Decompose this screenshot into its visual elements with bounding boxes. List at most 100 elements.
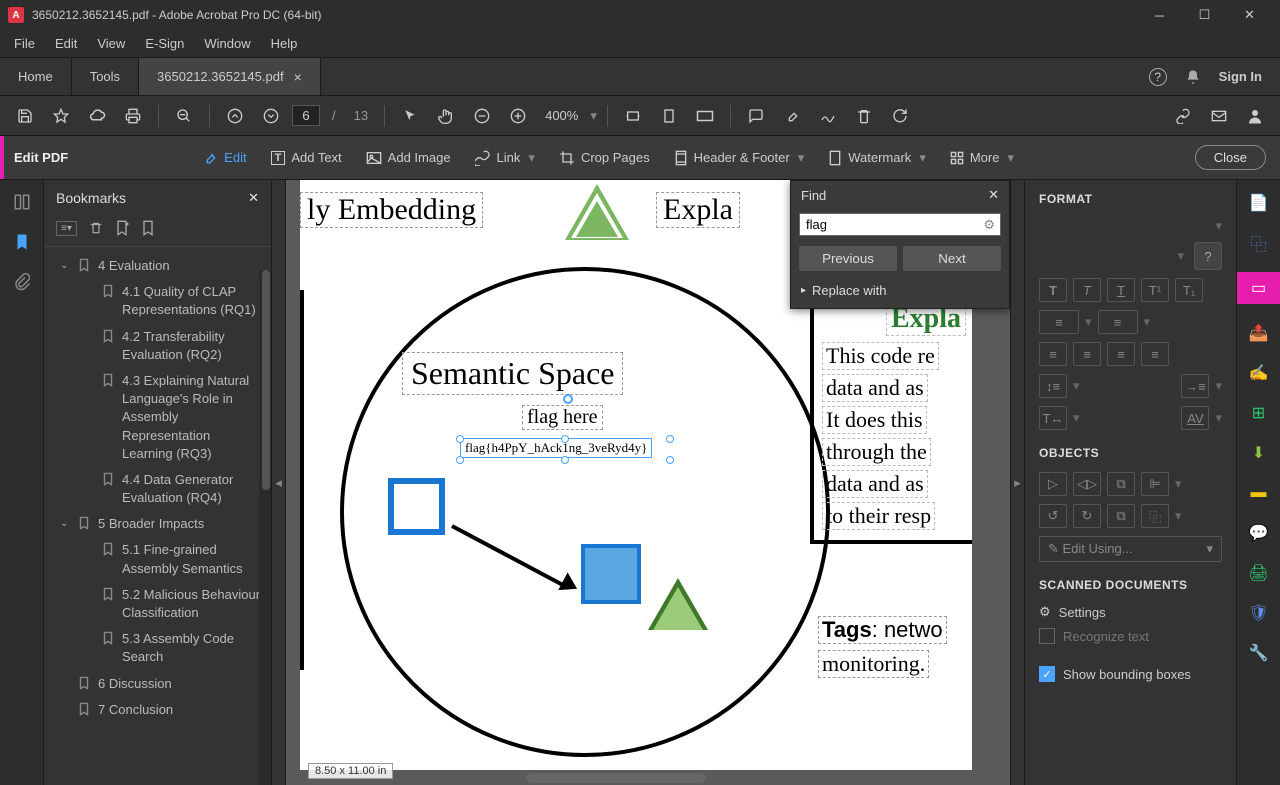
number-list-button[interactable]: ≡ — [1098, 310, 1138, 334]
mail-icon[interactable] — [1204, 101, 1234, 131]
arrange-button[interactable]: ⧉ — [1107, 504, 1135, 528]
show-boxes-checkbox[interactable]: ✓ Show bounding boxes — [1039, 666, 1222, 682]
combine-icon[interactable]: ⿻ — [1248, 232, 1270, 254]
tags-line[interactable]: Tags: netwo — [818, 616, 947, 644]
bookmark-item[interactable]: 5.1 Fine-grained Assembly Semantics — [44, 537, 271, 581]
bookmark-item[interactable]: ⌄5 Broader Impacts — [44, 511, 271, 537]
zoom-level[interactable]: 400% — [545, 108, 578, 123]
fit-page-icon[interactable] — [654, 101, 684, 131]
bookmark-item[interactable]: 4.1 Quality of CLAP Representations (RQ1… — [44, 279, 271, 323]
user-icon[interactable] — [1240, 101, 1270, 131]
rotate-icon[interactable] — [885, 101, 915, 131]
monitoring-line[interactable]: monitoring. — [818, 650, 929, 678]
page-up-icon[interactable] — [220, 101, 250, 131]
handle-n[interactable] — [561, 435, 569, 443]
bookmark-item[interactable]: 7 Conclusion — [44, 697, 271, 723]
color-swatch[interactable]: ? — [1194, 242, 1222, 270]
protect-icon[interactable]: 🛡 — [1248, 602, 1270, 624]
menu-file[interactable]: File — [4, 32, 45, 55]
close-window-button[interactable]: ✕ — [1227, 0, 1272, 30]
plus-icon[interactable] — [503, 101, 533, 131]
line-spacing-button[interactable]: ↕≡ — [1039, 374, 1067, 398]
text-semantic-space[interactable]: Semantic Space — [402, 352, 623, 395]
export-icon[interactable]: 📤 — [1248, 322, 1270, 344]
subscript-button[interactable]: T₁ — [1175, 278, 1203, 302]
handle-ne[interactable] — [666, 435, 674, 443]
print-icon[interactable] — [118, 101, 148, 131]
highlight-icon[interactable] — [777, 101, 807, 131]
rotate-ccw-button[interactable]: ↺ — [1039, 504, 1067, 528]
bm-trash-icon[interactable] — [89, 221, 103, 235]
body-line-3[interactable]: It does this — [822, 406, 927, 434]
bookmarks-icon[interactable] — [12, 232, 32, 252]
handle-sw[interactable] — [456, 456, 464, 464]
bookmark-item[interactable]: 4.2 Transferability Evaluation (RQ2) — [44, 324, 271, 368]
body-line-2[interactable]: data and as — [822, 374, 928, 402]
cloud-icon[interactable] — [82, 101, 112, 131]
selection-icon[interactable] — [395, 101, 425, 131]
bookmark-item[interactable]: 4.4 Data Generator Evaluation (RQ4) — [44, 467, 271, 511]
star-icon[interactable] — [46, 101, 76, 131]
document-area[interactable]: ly Embedding Expla Semantic Space flag h… — [286, 180, 1010, 785]
print-rail-icon[interactable]: 🖨 — [1248, 562, 1270, 584]
char-spacing-button[interactable]: AV — [1181, 406, 1209, 430]
close-tab-icon[interactable]: × — [294, 69, 302, 85]
indent-button[interactable]: →≡ — [1181, 374, 1209, 398]
redact-icon[interactable]: ▬ — [1248, 482, 1270, 504]
zoom-dropdown-icon[interactable]: ▾ — [590, 108, 597, 124]
read-mode-icon[interactable] — [690, 101, 720, 131]
align-center-button[interactable]: ≡ — [1073, 342, 1101, 366]
underline-button[interactable]: T — [1107, 278, 1135, 302]
horizontal-scrollbar[interactable] — [526, 773, 706, 783]
body-line-6[interactable]: to their resp — [822, 502, 935, 530]
close-find-icon[interactable]: ✕ — [988, 187, 999, 203]
find-next-button[interactable]: Next — [903, 246, 1001, 271]
tab-tools[interactable]: Tools — [72, 58, 139, 95]
font-dropdown-icon[interactable]: ▾ — [1215, 218, 1222, 234]
text-flag-here[interactable]: flag here — [522, 405, 603, 430]
save-icon[interactable] — [10, 101, 40, 131]
trash-icon[interactable] — [849, 101, 879, 131]
hand-icon[interactable] — [431, 101, 461, 131]
body-line-5[interactable]: data and as — [822, 470, 928, 498]
create-pdf-icon[interactable]: 📄 — [1248, 192, 1270, 214]
edit-tool[interactable]: Edit — [192, 144, 256, 172]
text-expla-top[interactable]: Expla — [656, 192, 740, 228]
tab-home[interactable]: Home — [0, 58, 72, 95]
bookmark-item[interactable]: 4.3 Explaining Natural Language's Role i… — [44, 368, 271, 467]
bookmark-item[interactable]: 6 Discussion — [44, 671, 271, 697]
header-footer-tool[interactable]: Header & Footer▾ — [664, 144, 815, 172]
collapse-left-button[interactable]: ◂ — [272, 180, 286, 785]
menu-help[interactable]: Help — [261, 32, 308, 55]
maximize-button[interactable]: ☐ — [1182, 0, 1227, 30]
group-button[interactable]: ⿻ — [1141, 504, 1169, 528]
italic-button[interactable]: T — [1073, 278, 1101, 302]
superscript-button[interactable]: T¹ — [1141, 278, 1169, 302]
minus-icon[interactable] — [467, 101, 497, 131]
crop-obj-button[interactable]: ⧉ — [1107, 472, 1135, 496]
find-previous-button[interactable]: Previous — [799, 246, 897, 271]
comment-rail-icon[interactable]: 💬 — [1248, 522, 1270, 544]
settings-link[interactable]: ⚙ Settings — [1039, 604, 1222, 620]
menu-esign[interactable]: E-Sign — [135, 32, 194, 55]
page-down-icon[interactable] — [256, 101, 286, 131]
flip-h-button[interactable]: ▷ — [1039, 472, 1067, 496]
link-tool[interactable]: Link▾ — [465, 144, 545, 172]
more-tool[interactable]: More▾ — [940, 144, 1024, 172]
text-flag-selected[interactable]: flag{h4PpY_hAck1ng_3veRyd4y} — [460, 438, 652, 458]
menu-window[interactable]: Window — [194, 32, 260, 55]
sign-in-link[interactable]: Sign In — [1219, 69, 1262, 84]
find-input[interactable] — [799, 213, 1001, 236]
handle-nw[interactable] — [456, 435, 464, 443]
align-left-button[interactable]: ≡ — [1039, 342, 1067, 366]
crop-tool[interactable]: Crop Pages — [549, 144, 660, 172]
bm-add-icon[interactable] — [115, 220, 129, 236]
bullet-list-button[interactable]: ≡ — [1039, 310, 1079, 334]
edit-pdf-rail-icon[interactable]: ▭ — [1237, 272, 1280, 304]
align-justify-button[interactable]: ≡ — [1141, 342, 1169, 366]
page-number-input[interactable] — [292, 105, 320, 126]
bold-button[interactable]: T — [1039, 278, 1067, 302]
more-tools-icon[interactable]: 🔧 — [1248, 642, 1270, 664]
minimize-button[interactable]: ─ — [1137, 0, 1182, 30]
text-scale-button[interactable]: T↔ — [1039, 406, 1067, 430]
